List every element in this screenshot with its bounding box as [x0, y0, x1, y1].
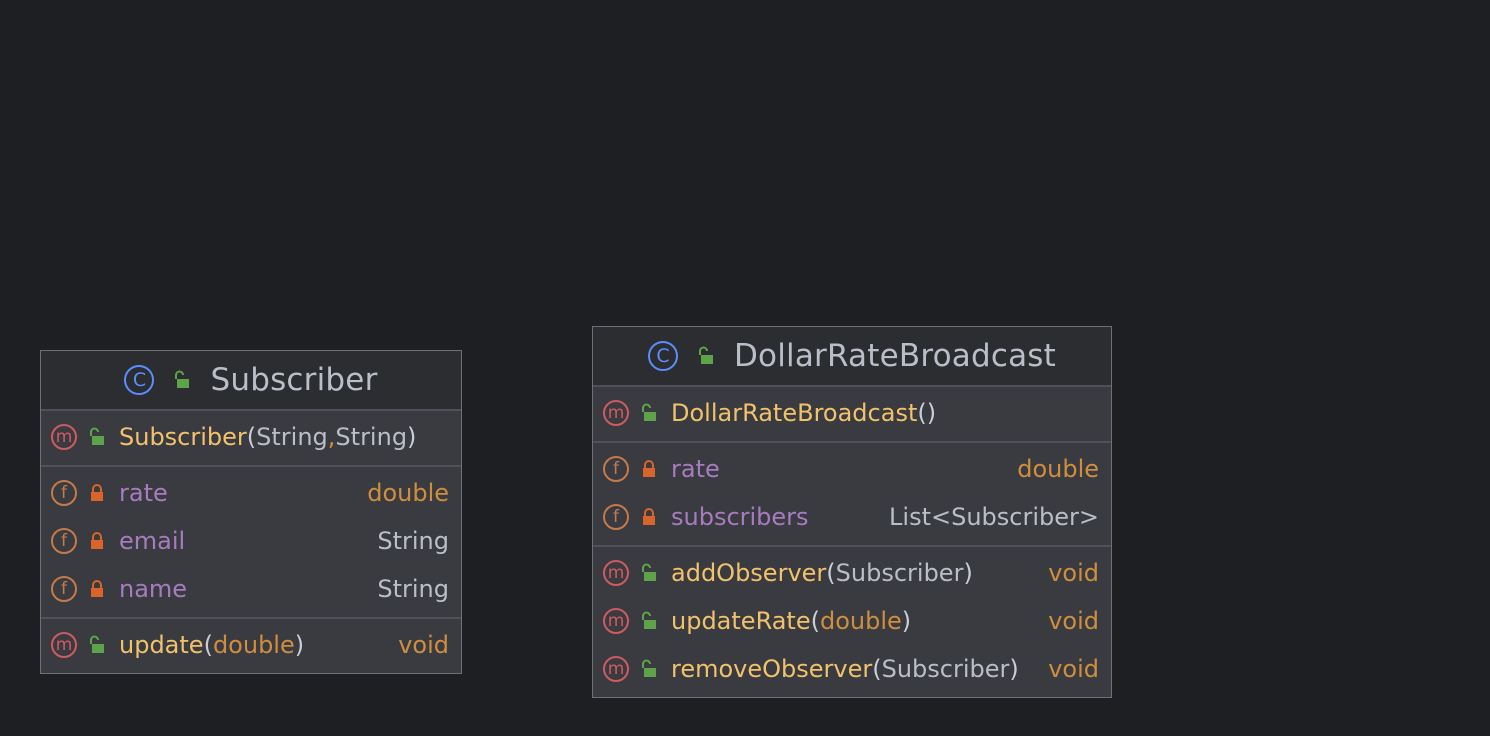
close-paren: ): [407, 423, 417, 451]
field-type: String: [377, 527, 449, 555]
public-visibility-icon: [90, 635, 104, 653]
public-visibility-icon: [698, 346, 713, 364]
class-box-dollar-rate-broadcast[interactable]: C DollarRateBroadcast m DollarRateBroadc…: [592, 326, 1112, 698]
private-visibility-icon: [643, 508, 655, 525]
field-name: rate: [671, 455, 720, 483]
field-type: String: [377, 575, 449, 603]
constructor-name: DollarRateBroadcast: [671, 399, 918, 427]
close-paren: ): [1009, 655, 1019, 683]
open-paren: (: [872, 655, 882, 683]
field-row[interactable]: f subscribers List<Subscriber>: [593, 493, 1111, 541]
method-icon: m: [603, 560, 629, 586]
private-visibility-icon: [91, 532, 103, 549]
field-name: subscribers: [671, 503, 809, 531]
method-name: addObserver: [671, 559, 827, 587]
class-icon: C: [647, 341, 678, 371]
field-name: rate: [119, 479, 168, 507]
public-visibility-icon: [642, 403, 656, 421]
public-visibility-icon: [642, 659, 656, 677]
class-title: DollarRateBroadcast: [733, 338, 1056, 374]
open-paren: (: [246, 423, 257, 451]
constructors-section: m Subscriber(String, String): [41, 411, 461, 467]
method-name: updateRate: [671, 607, 811, 635]
constructors-section: m DollarRateBroadcast(): [593, 387, 1111, 443]
field-name: name: [119, 575, 188, 603]
method-icon: m: [51, 424, 77, 450]
public-visibility-icon: [642, 611, 656, 629]
return-type: void: [1048, 655, 1099, 683]
class-icon: C: [124, 365, 155, 395]
public-visibility-icon: [642, 563, 656, 581]
field-row[interactable]: f email String: [41, 517, 461, 565]
field-type: double: [367, 479, 449, 507]
field-icon: f: [603, 456, 629, 482]
member-row-constructor[interactable]: m Subscriber(String, String): [41, 413, 461, 461]
public-visibility-icon: [175, 370, 190, 388]
method-icon: m: [603, 608, 629, 634]
method-icon: m: [51, 632, 77, 658]
param-separator: ,: [327, 423, 336, 451]
method-row[interactable]: m addObserver(Subscriber) void: [593, 549, 1111, 597]
constructor-name: Subscriber: [119, 423, 247, 451]
open-paren: (: [826, 559, 836, 587]
return-type: void: [398, 631, 449, 659]
close-paren: ): [294, 631, 305, 659]
field-icon: f: [51, 528, 77, 554]
methods-section: m update(double) void: [41, 619, 461, 673]
field-row[interactable]: f rate double: [41, 469, 461, 517]
fields-section: f rate double f email String f name Stri…: [41, 467, 461, 619]
param-type: Subscriber: [881, 655, 1010, 683]
method-name: removeObserver: [671, 655, 873, 683]
class-header[interactable]: C DollarRateBroadcast: [593, 327, 1111, 387]
field-icon: f: [51, 480, 77, 506]
field-row[interactable]: f name String: [41, 565, 461, 613]
close-paren: ): [901, 607, 912, 635]
methods-section: m addObserver(Subscriber) void m updateR…: [593, 547, 1111, 697]
field-type: double: [1017, 455, 1099, 483]
field-icon: f: [603, 504, 629, 530]
fields-section: f rate double f subscribers List<Subscri…: [593, 443, 1111, 547]
field-row[interactable]: f rate double: [593, 445, 1111, 493]
open-paren: (: [203, 631, 213, 659]
return-type: void: [1048, 607, 1099, 635]
param-type: double: [819, 607, 902, 635]
param-type: double: [212, 631, 295, 659]
method-row[interactable]: m updateRate(double) void: [593, 597, 1111, 645]
method-row[interactable]: m removeObserver(Subscriber) void: [593, 645, 1111, 693]
private-visibility-icon: [643, 460, 655, 477]
param-type: Subscriber: [835, 559, 964, 587]
method-icon: m: [603, 656, 629, 682]
private-visibility-icon: [91, 580, 103, 597]
class-box-subscriber[interactable]: C Subscriber m Subscriber(String, String…: [40, 350, 462, 674]
parens: (): [917, 399, 937, 427]
class-title: Subscriber: [210, 362, 378, 398]
class-header[interactable]: C Subscriber: [41, 351, 461, 411]
close-paren: ): [963, 559, 973, 587]
param-type: String: [256, 423, 328, 451]
field-type: List<Subscriber>: [889, 503, 1099, 531]
method-icon: m: [603, 400, 629, 426]
return-type: void: [1048, 559, 1099, 587]
field-icon: f: [51, 576, 77, 602]
private-visibility-icon: [91, 484, 103, 501]
method-row[interactable]: m update(double) void: [41, 621, 461, 669]
method-name: update: [119, 631, 204, 659]
public-visibility-icon: [90, 427, 104, 445]
open-paren: (: [810, 607, 820, 635]
member-row-constructor[interactable]: m DollarRateBroadcast(): [593, 389, 1111, 437]
param-type: String: [335, 423, 408, 451]
field-name: email: [119, 527, 186, 555]
